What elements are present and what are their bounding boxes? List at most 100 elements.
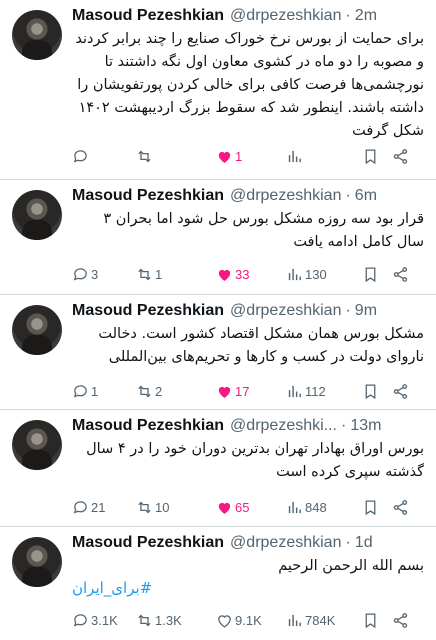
tweet-header: Masoud Pezeshkian @drpezeshkian · 2m	[72, 6, 424, 26]
tweet-header: Masoud Pezeshkian @drpezeshkian · 9m	[72, 301, 424, 321]
bookmark-button[interactable]	[362, 612, 379, 629]
author-name[interactable]: Masoud Pezeshkian	[72, 534, 224, 552]
reply-button[interactable]: 21	[72, 499, 105, 516]
reply-count: 3	[91, 267, 99, 282]
share-button[interactable]	[392, 612, 409, 629]
retweet-button[interactable]: 1.3K	[136, 612, 182, 629]
like-button[interactable]: 9.1K	[216, 612, 262, 629]
like-button[interactable]: 17	[216, 383, 249, 400]
bookmark-icon	[365, 384, 376, 400]
tweet[interactable]: Masoud Pezeshkian @drpezeshki... · 13m ب…	[0, 410, 436, 527]
retweet-icon	[138, 268, 151, 281]
like-count: 65	[235, 500, 250, 515]
retweet-icon	[138, 614, 151, 627]
views-chart-icon	[288, 385, 301, 398]
like-button[interactable]: 33	[216, 266, 249, 283]
tweet-header: Masoud Pezeshkian @drpezeshki... · 13m	[72, 416, 424, 436]
tweet[interactable]: Masoud Pezeshkian @drpezeshkian · 2m برا…	[0, 0, 436, 180]
bookmark-button[interactable]	[362, 266, 379, 283]
reply-icon	[73, 150, 87, 163]
views-button[interactable]: 130	[286, 266, 327, 283]
bookmark-icon	[365, 267, 376, 283]
reply-count: 1	[91, 384, 99, 399]
reply-button[interactable]: 3	[72, 266, 98, 283]
retweet-button[interactable]: 10	[136, 499, 169, 516]
timestamp[interactable]: 1d	[355, 534, 373, 552]
bookmark-button[interactable]	[362, 383, 379, 400]
author-name[interactable]: Masoud Pezeshkian	[72, 7, 224, 25]
bookmark-button[interactable]	[362, 499, 379, 516]
avatar[interactable]	[12, 10, 62, 60]
tweet[interactable]: Masoud Pezeshkian @drpezeshkian · 9m مشک…	[0, 295, 436, 410]
tweet-text: مشکل بورس همان مشکل اقتصاد کشور است. دخا…	[98, 326, 424, 365]
retweet-icon	[138, 501, 151, 514]
share-icon	[393, 384, 408, 399]
timestamp[interactable]: 6m	[355, 187, 377, 205]
tweet-text: قرار بود سه روزه مشکل بورس حل شود اما بح…	[103, 211, 424, 250]
author-name[interactable]: Masoud Pezeshkian	[72, 187, 224, 205]
heart-filled-icon	[218, 151, 231, 163]
author-handle[interactable]: @drpezeshkian	[230, 7, 341, 25]
views-button[interactable]: 784K	[286, 612, 335, 629]
hashtag-link[interactable]: #برای_ایران	[72, 579, 152, 597]
author-name[interactable]: Masoud Pezeshkian	[72, 302, 224, 320]
bookmark-icon	[365, 149, 376, 165]
separator-dot: ·	[345, 187, 351, 204]
author-name[interactable]: Masoud Pezeshkian	[72, 417, 224, 435]
bookmark-button[interactable]	[362, 148, 379, 165]
views-button[interactable]: 848	[286, 499, 327, 516]
retweet-icon	[138, 385, 151, 398]
views-chart-icon	[288, 501, 301, 514]
reply-button[interactable]: 1	[72, 383, 98, 400]
share-button[interactable]	[392, 499, 409, 516]
share-icon	[393, 500, 408, 515]
like-count: 33	[235, 267, 250, 282]
retweet-button[interactable]	[136, 148, 155, 165]
avatar[interactable]	[12, 537, 62, 587]
tweet[interactable]: Masoud Pezeshkian @drpezeshkian · 6m قرا…	[0, 180, 436, 295]
tweet-header: Masoud Pezeshkian @drpezeshkian · 6m	[72, 186, 424, 206]
timestamp[interactable]: 9m	[355, 302, 377, 320]
retweet-count: 10	[155, 500, 170, 515]
author-handle[interactable]: @drpezeshkian	[230, 534, 341, 552]
views-button[interactable]	[286, 148, 305, 165]
bookmark-icon	[365, 500, 376, 516]
reply-icon	[73, 268, 87, 281]
share-button[interactable]	[392, 266, 409, 283]
like-count: 17	[235, 384, 250, 399]
share-icon	[393, 267, 408, 282]
retweet-button[interactable]: 1	[136, 266, 162, 283]
reply-icon	[73, 385, 87, 398]
views-button[interactable]: 112	[286, 383, 326, 400]
avatar[interactable]	[12, 190, 62, 240]
views-chart-icon	[288, 150, 301, 163]
heart-filled-icon	[218, 269, 231, 281]
reply-button[interactable]: 3.1K	[72, 612, 118, 629]
tweet-text: برای حمایت از بورس نرخ خوراک صنایع را چن…	[75, 31, 424, 139]
like-count: 1	[235, 149, 243, 164]
share-button[interactable]	[392, 148, 409, 165]
timestamp[interactable]: 2m	[355, 7, 377, 25]
tweet[interactable]: Masoud Pezeshkian @drpezeshkian · 1d بسم…	[0, 527, 436, 640]
like-button[interactable]: 65	[216, 499, 249, 516]
like-button[interactable]: 1	[216, 148, 242, 165]
reply-icon	[73, 614, 87, 627]
retweet-button[interactable]: 2	[136, 383, 162, 400]
views-chart-icon	[288, 268, 301, 281]
views-chart-icon	[288, 614, 301, 627]
author-handle[interactable]: @drpezeshkian	[230, 302, 341, 320]
retweet-count: 2	[155, 384, 163, 399]
separator-dot: ·	[345, 302, 351, 319]
reply-count: 21	[91, 500, 106, 515]
avatar[interactable]	[12, 420, 62, 470]
reply-button[interactable]	[72, 148, 91, 165]
tweet-text: بورس اوراق بهادار تهران بدترین دوران خود…	[86, 441, 424, 480]
action-bar: 3 1 33 130	[72, 266, 424, 286]
author-handle[interactable]: @drpezeshki...	[230, 417, 337, 435]
share-button[interactable]	[392, 383, 409, 400]
author-handle[interactable]: @drpezeshkian	[230, 187, 341, 205]
like-count: 9.1K	[235, 613, 262, 628]
timestamp[interactable]: 13m	[350, 417, 381, 435]
avatar[interactable]	[12, 305, 62, 355]
separator-dot: ·	[345, 534, 351, 551]
